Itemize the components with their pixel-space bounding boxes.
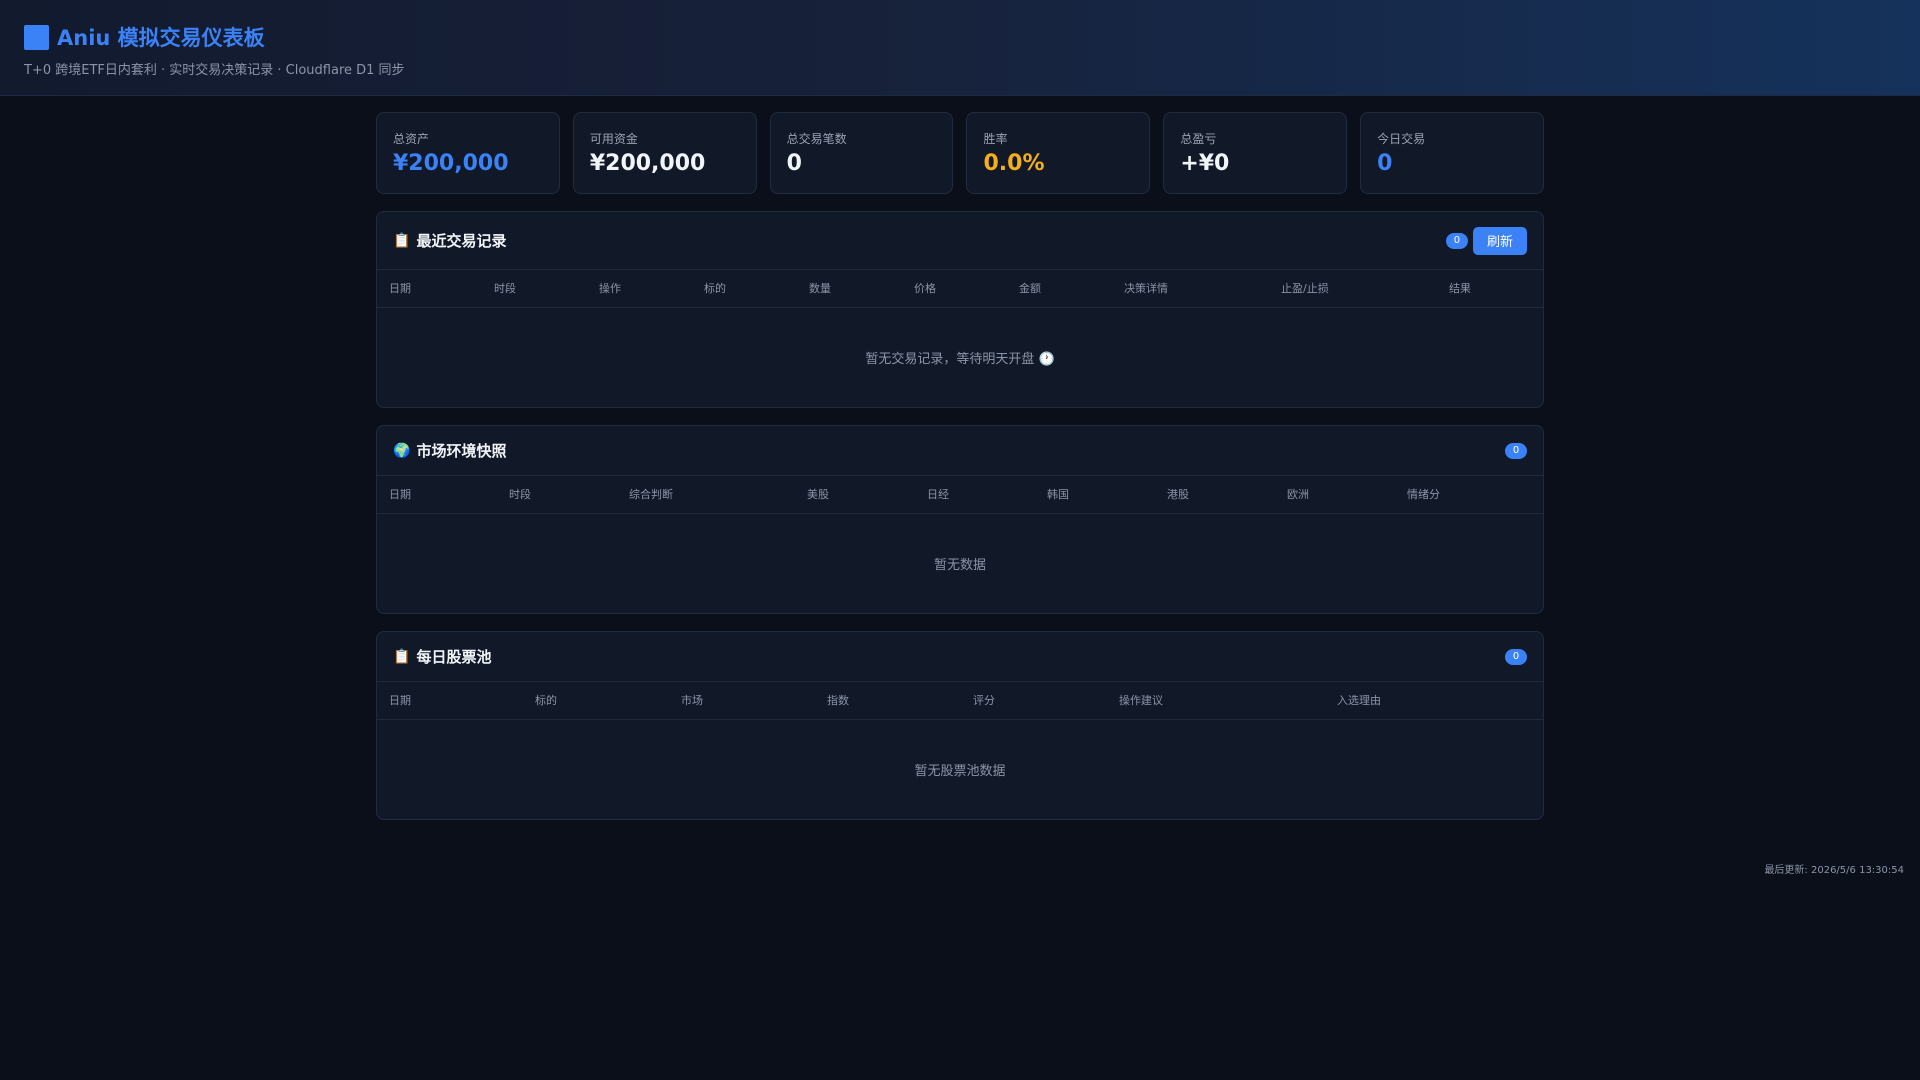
stat-label: 胜率 (983, 132, 1008, 146)
stat-value: 0 (1377, 151, 1393, 176)
clipboard-icon: 📋 (393, 648, 411, 665)
panel-title-text: 最近交易记录 (416, 232, 507, 250)
table-header-row: 日期 标的 市场 指数 评分 操作建议 入选理由 (377, 682, 1543, 720)
panel-actions: 0 (1505, 442, 1527, 459)
count-badge: 0 (1505, 442, 1527, 459)
chart-square-icon (24, 24, 49, 50)
market-table: 日期 时段 综合判断 美股 日经 韩国 港股 欧洲 情绪分 暂无数据 (377, 476, 1543, 613)
stat-label: 总交易笔数 (786, 132, 847, 146)
page-subtitle: T+0 跨境ETF日内套利 · 实时交易决策记录 · Cloudflare D1… (24, 63, 405, 78)
stat-card-total-assets: 总资产 ¥200,000 (376, 112, 560, 194)
last-updated-timestamp: 最后更新: 2026/5/6 13:30:54 (1764, 865, 1904, 876)
column-header: 入选理由 (1325, 682, 1543, 720)
stat-card-available-funds: 可用资金 ¥200,000 (572, 112, 757, 194)
column-header: 标的 (692, 270, 797, 308)
market-snapshot-panel: 🌍 市场环境快照 0 日期 时段 综合判断 美股 日经 韩国 港股 欧洲 情绪分… (376, 425, 1544, 614)
column-header: 标的 (523, 682, 669, 720)
stock-pool-panel: 📋 每日股票池 0 日期 标的 市场 指数 评分 操作建议 入选理由 暂无股票池… (376, 631, 1544, 820)
panel-actions: 0 (1505, 648, 1527, 665)
column-header: 指数 (815, 682, 961, 720)
column-header: 综合判断 (617, 476, 795, 514)
column-header: 评分 (961, 682, 1107, 720)
stat-value: ¥200,000 (393, 151, 509, 176)
column-header: 市场 (669, 682, 815, 720)
stat-card-today-trades: 今日交易 0 (1360, 112, 1544, 194)
page-title-text: Aniu 模拟交易仪表板 (57, 26, 265, 50)
column-header: 韩国 (1035, 476, 1155, 514)
column-header: 操作建议 (1107, 682, 1325, 720)
column-header: 金额 (1007, 270, 1112, 308)
table-header-row: 日期 时段 操作 标的 数量 价格 金额 决策详情 止盈/止损 结果 (377, 270, 1543, 308)
stats-row: 总资产 ¥200,000 可用资金 ¥200,000 总交易笔数 0 胜率 0.… (376, 112, 1544, 194)
stat-card-win-rate: 胜率 0.0% (966, 112, 1151, 194)
clipboard-icon: 📋 (393, 232, 411, 249)
empty-state-message: 暂无股票池数据 (914, 763, 1006, 779)
column-header: 价格 (902, 270, 1007, 308)
panel-title: 🌍 市场环境快照 (393, 440, 506, 461)
column-header: 时段 (482, 270, 587, 308)
count-badge: 0 (1505, 648, 1527, 665)
stat-value: 0.0% (983, 151, 1045, 176)
panel-actions: 0 刷新 (1445, 226, 1527, 255)
column-header: 决策详情 (1112, 270, 1269, 308)
column-header: 日期 (377, 682, 523, 720)
stat-card-total-trades: 总交易笔数 0 (769, 112, 954, 194)
globe-icon: 🌍 (393, 442, 411, 459)
page-header: Aniu 模拟交易仪表板 T+0 跨境ETF日内套利 · 实时交易决策记录 · … (0, 0, 1920, 96)
column-header: 欧洲 (1275, 476, 1395, 514)
main-content: 总资产 ¥200,000 可用资金 ¥200,000 总交易笔数 0 胜率 0.… (376, 112, 1544, 820)
panel-title: 📋 每日股票池 (393, 646, 491, 667)
table-header-row: 日期 时段 综合判断 美股 日经 韩国 港股 欧洲 情绪分 (377, 476, 1543, 514)
stock-pool-table: 日期 标的 市场 指数 评分 操作建议 入选理由 暂无股票池数据 (377, 682, 1543, 819)
stat-label: 总资产 (393, 132, 430, 146)
column-header: 日期 (377, 270, 482, 308)
column-header: 日期 (377, 476, 497, 514)
empty-state-message: 暂无数据 (933, 557, 986, 573)
panel-header: 📋 每日股票池 0 (377, 632, 1543, 682)
column-header: 时段 (497, 476, 617, 514)
panel-title-text: 每日股票池 (416, 648, 492, 666)
column-header: 操作 (587, 270, 692, 308)
panel-header: 🌍 市场环境快照 0 (377, 426, 1543, 476)
count-badge: 0 (1445, 232, 1468, 249)
empty-state-message: 暂无交易记录，等待明天开盘 🕐 (865, 351, 1055, 367)
column-header: 止盈/止损 (1269, 270, 1437, 308)
stat-label: 可用资金 (589, 132, 638, 146)
panel-header: 📋 最近交易记录 0 刷新 (377, 212, 1543, 270)
stat-card-total-pnl: 总盈亏 +¥0 (1163, 112, 1348, 194)
column-header: 情绪分 (1395, 476, 1543, 514)
column-header: 港股 (1155, 476, 1275, 514)
column-header: 美股 (795, 476, 915, 514)
stat-label: 总盈亏 (1180, 132, 1217, 146)
column-header: 数量 (797, 270, 902, 308)
stat-value: +¥0 (1180, 151, 1230, 176)
trades-table: 日期 时段 操作 标的 数量 价格 金额 决策详情 止盈/止损 结果 暂无交易记… (377, 270, 1543, 407)
recent-trades-panel: 📋 最近交易记录 0 刷新 日期 时段 操作 标的 数量 价格 金额 决策详情 … (376, 211, 1544, 408)
panel-title-text: 市场环境快照 (416, 442, 507, 460)
stat-value: 0 (786, 151, 802, 176)
stat-value: ¥200,000 (589, 151, 706, 176)
column-header: 日经 (915, 476, 1035, 514)
page-title: Aniu 模拟交易仪表板 (24, 22, 1896, 52)
panel-title: 📋 最近交易记录 (393, 230, 506, 251)
stat-label: 今日交易 (1377, 132, 1426, 146)
refresh-button[interactable]: 刷新 (1472, 226, 1527, 255)
column-header: 结果 (1437, 270, 1543, 308)
